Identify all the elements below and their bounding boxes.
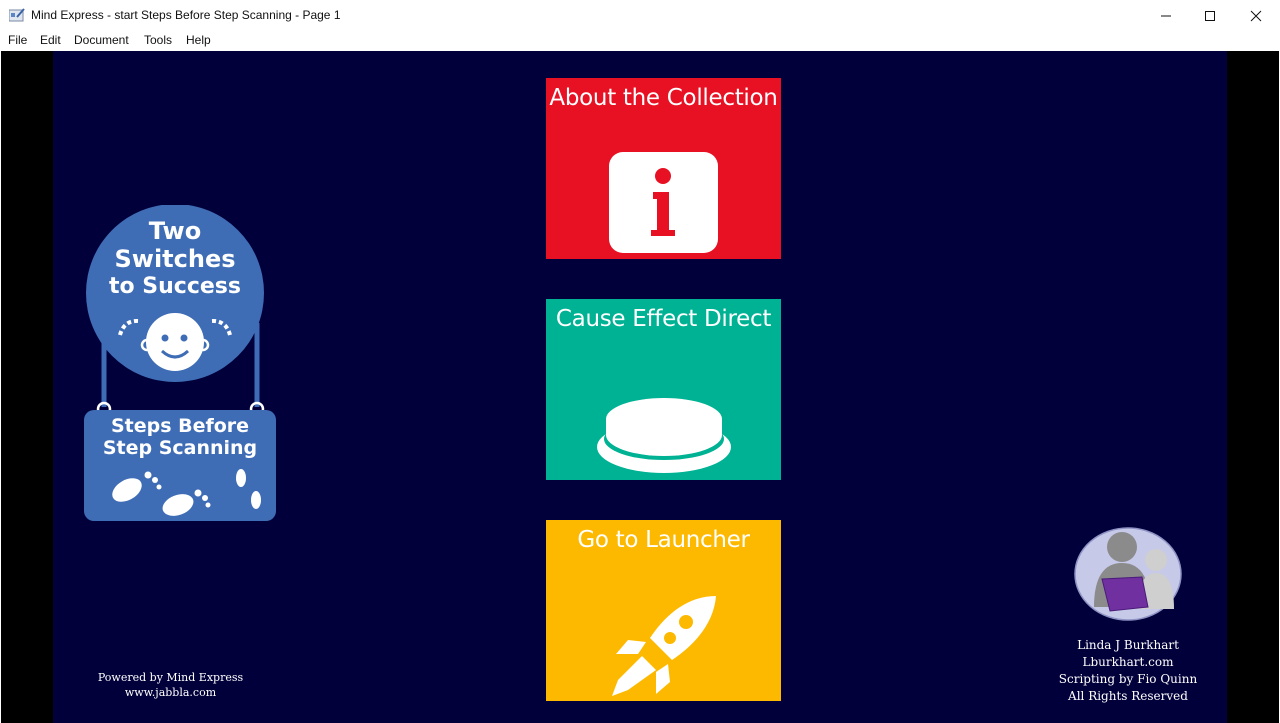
credits-line2: Lburkhart.com (1082, 655, 1174, 669)
rocket-icon (612, 596, 716, 696)
minimize-button[interactable] (1143, 0, 1189, 31)
maximize-button[interactable] (1187, 0, 1233, 31)
powered-by-line2: www.jabbla.com (124, 686, 217, 699)
sign-line2: Step Scanning (102, 437, 258, 459)
menu-document[interactable]: Document (74, 33, 129, 47)
window-title: Mind Express - start Steps Before Step S… (31, 8, 341, 22)
two-switches-logo[interactable]: Two Switches to Success Steps Before Ste… (84, 205, 278, 521)
close-icon (1250, 10, 1262, 21)
tile-about-collection-label: About the Collection (549, 85, 778, 111)
credits-line4: All Rights Reserved (1068, 689, 1188, 703)
tile-cause-effect-direct[interactable]: Cause Effect Direct (546, 299, 781, 480)
menu-bar: File Edit Document Tools Help (0, 31, 1280, 51)
title-bar: Mind Express - start Steps Before Step S… (0, 0, 1280, 31)
minimize-icon (1161, 15, 1171, 16)
info-icon (609, 152, 718, 253)
credits-text: Linda J Burkhart Lburkhart.com Scripting… (1048, 637, 1208, 705)
app-icon (9, 8, 25, 22)
maximize-icon (1205, 10, 1215, 21)
menu-tools[interactable]: Tools (144, 33, 172, 47)
switch-button-icon (597, 398, 731, 473)
tile-cause-effect-label: Cause Effect Direct (555, 306, 772, 332)
powered-by-text: Powered by Mind Express www.jabbla.com (93, 670, 248, 700)
menu-file[interactable]: File (8, 33, 27, 47)
powered-by-line1: Powered by Mind Express (97, 671, 244, 684)
logo-sign-text: Steps Before Step Scanning (84, 415, 276, 459)
tile-launcher-label: Go to Launcher (577, 527, 750, 553)
menu-help[interactable]: Help (186, 33, 211, 47)
credits-line3: Scripting by Fio Quinn (1058, 672, 1198, 686)
credits-line1: Linda J Burkhart (1077, 638, 1179, 652)
page-canvas: Two Switches to Success Steps Before Ste… (53, 51, 1227, 723)
logo-title-line2: Switches (114, 245, 236, 273)
logo-title-line3: to Success (109, 274, 241, 299)
close-button[interactable] (1233, 0, 1279, 31)
menu-edit[interactable]: Edit (40, 33, 61, 47)
tile-go-to-launcher[interactable]: Go to Launcher (546, 520, 781, 701)
sign-line1: Steps Before (110, 415, 250, 437)
tile-about-collection[interactable]: About the Collection (546, 78, 781, 259)
author-avatar-icon (1074, 527, 1182, 621)
logo-title: Two Switches to Success (84, 217, 266, 301)
logo-title-line1: Two (148, 217, 202, 245)
page-stage: Two Switches to Success Steps Before Ste… (1, 51, 1279, 723)
